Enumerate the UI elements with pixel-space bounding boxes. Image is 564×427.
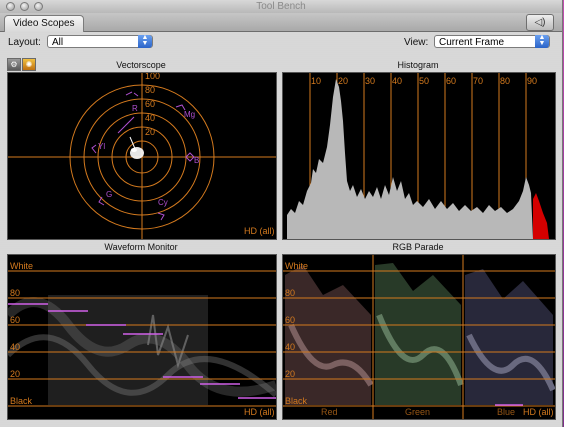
window-title: Tool Bench <box>256 1 306 12</box>
histogram-panel[interactable]: 10 20 30 40 50 60 70 80 90 <box>282 72 556 240</box>
parade-panel[interactable]: White 80 60 40 20 Black Red Green Blue H… <box>282 254 556 420</box>
hist-tick-40: 40 <box>392 76 402 86</box>
hist-tick-60: 60 <box>446 76 456 86</box>
updown-arrow-icon: ▲ ▼ <box>138 34 152 48</box>
waveform-level-80: 80 <box>10 288 20 298</box>
vectorscope-panel[interactable]: 100 80 60 40 20 R Mg B Cy G Yl HD (all) <box>7 72 277 240</box>
histogram-graph: 10 20 30 40 50 60 70 80 90 <box>287 73 549 239</box>
channel-label-blue: Blue <box>497 407 515 417</box>
hist-tick-30: 30 <box>365 76 375 86</box>
parade-title: RGB Parade <box>392 242 444 252</box>
hist-tick-90: 90 <box>527 76 537 86</box>
parade-level-60: 60 <box>285 315 295 325</box>
speaker-icon: ◁) <box>534 17 546 28</box>
channel-label-green: Green <box>405 407 430 417</box>
hist-tick-70: 70 <box>473 76 483 86</box>
layout-select[interactable]: All ▲ ▼ <box>47 34 153 48</box>
histogram-title: Histogram <box>397 60 439 70</box>
hist-tick-10: 10 <box>311 76 321 86</box>
ring-label-80: 80 <box>145 85 155 95</box>
parade-level-white: White <box>285 261 308 271</box>
target-label-mg: Mg <box>184 110 195 119</box>
target-label-b: B <box>194 156 199 165</box>
waveform-level-white: White <box>10 261 33 271</box>
target-label-r: R <box>132 104 138 113</box>
target-label-cy: Cy <box>158 198 168 207</box>
ring-label-100: 100 <box>145 73 160 81</box>
target-label-yl: Yl <box>98 142 105 151</box>
waveform-graph: White 80 60 40 20 Black HD (all) <box>8 261 276 417</box>
channel-label-red: Red <box>321 407 338 417</box>
updown-arrow-icon: ▲ ▼ <box>535 34 549 48</box>
view-label: View: <box>404 37 429 48</box>
parade-level-20: 20 <box>285 369 295 379</box>
parade-level-40: 40 <box>285 342 295 352</box>
parade-level-black: Black <box>285 396 308 406</box>
parade-footer: HD (all) <box>523 407 554 417</box>
layout-select-value: All <box>52 37 64 48</box>
waveform-level-60: 60 <box>10 315 20 325</box>
hist-tick-20: 20 <box>338 76 348 86</box>
ring-label-60: 60 <box>145 99 155 109</box>
vectorscope-graph: 100 80 60 40 20 R Mg B Cy G Yl HD (all) <box>8 73 276 239</box>
tool-bench-window: Tool Bench Video Scopes ◁) Layout: All ▲… <box>0 0 563 427</box>
title-bar: Tool Bench <box>0 0 562 14</box>
waveform-title: Waveform Monitor <box>104 242 178 252</box>
vectorscope-footer: HD (all) <box>244 226 275 236</box>
vectorscope-title: Vectorscope <box>116 60 166 70</box>
hist-tick-80: 80 <box>500 76 510 86</box>
histogram-clip-area <box>533 193 549 239</box>
target-label-g: G <box>106 190 112 199</box>
histogram-luma-area <box>287 79 533 239</box>
tab-bar: Video Scopes ◁) <box>0 13 562 32</box>
tab-video-scopes[interactable]: Video Scopes <box>4 15 84 32</box>
view-select[interactable]: Current Frame ▲ ▼ <box>434 34 550 48</box>
audio-scrub-button[interactable]: ◁) <box>526 14 554 31</box>
layout-label: Layout: <box>8 37 41 48</box>
parade-red-trace <box>285 265 374 405</box>
waveform-level-40: 40 <box>10 342 20 352</box>
waveform-footer: HD (all) <box>244 407 275 417</box>
ring-label-40: 40 <box>145 113 155 123</box>
waveform-level-20: 20 <box>10 369 20 379</box>
waveform-panel[interactable]: White 80 60 40 20 Black HD (all) <box>7 254 277 420</box>
ring-label-20: 20 <box>145 127 155 137</box>
parade-level-80: 80 <box>285 288 295 298</box>
parade-green-trace <box>375 263 464 405</box>
hist-tick-50: 50 <box>419 76 429 86</box>
parade-graph: White 80 60 40 20 Black Red Green Blue H… <box>283 255 555 419</box>
parade-blue-trace <box>465 269 555 405</box>
view-select-value: Current Frame <box>439 37 505 48</box>
waveform-level-black: Black <box>10 396 33 406</box>
